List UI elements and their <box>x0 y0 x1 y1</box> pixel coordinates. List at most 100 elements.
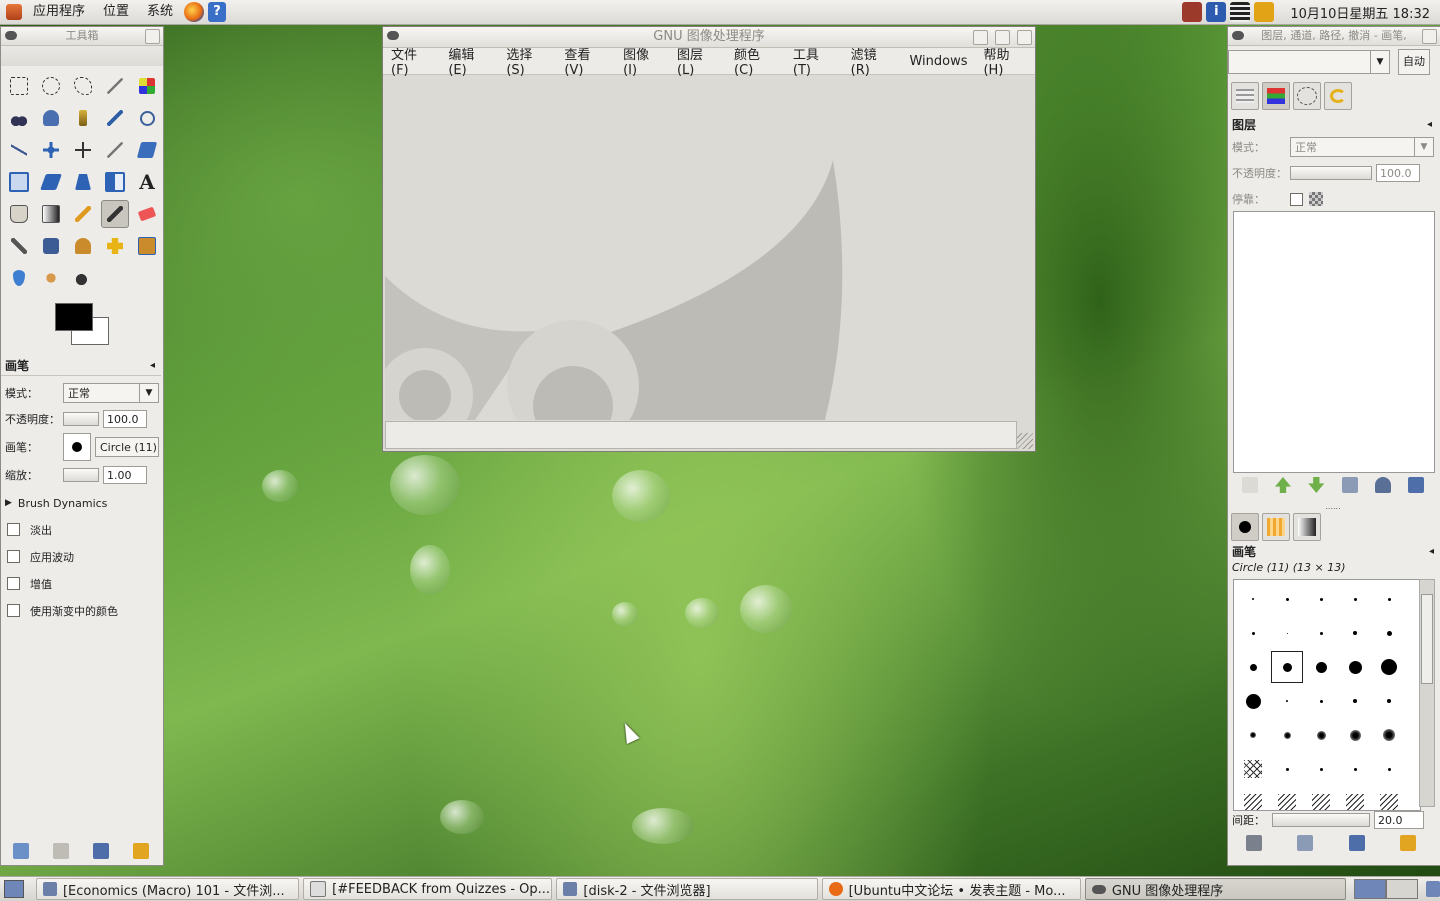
smudge-tool[interactable] <box>37 264 65 292</box>
brush-cell[interactable] <box>1304 650 1338 684</box>
eraser-tool[interactable] <box>133 200 161 228</box>
anchor-icon[interactable] <box>1374 477 1391 493</box>
delete-layer-icon[interactable] <box>1408 477 1425 493</box>
bucket-fill-tool[interactable] <box>5 200 33 228</box>
menu-layer[interactable]: 图层(L) <box>669 44 726 78</box>
brush-grid[interactable] <box>1233 579 1421 811</box>
foreground-color[interactable] <box>55 303 93 331</box>
brush-cell[interactable] <box>1304 582 1338 616</box>
ink-tool[interactable] <box>37 232 65 260</box>
incremental-option[interactable]: 增值 <box>1 570 161 597</box>
minimize-icon[interactable] <box>973 30 988 45</box>
clone-tool[interactable] <box>69 232 97 260</box>
configure-tab-icon[interactable]: ◂ <box>150 357 155 375</box>
scrollbar-thumb[interactable] <box>1421 594 1433 684</box>
brush-cell[interactable] <box>1372 718 1406 752</box>
delete-brush-icon[interactable] <box>1348 835 1365 851</box>
menu-tools[interactable]: 工具(T) <box>785 44 843 78</box>
window-menu-icon[interactable] <box>387 31 399 40</box>
foreground-select-tool[interactable] <box>37 104 65 132</box>
task-feedback[interactable]: [#FEEDBACK from Quizzes - Op... <box>303 878 553 900</box>
color-picker-tool[interactable] <box>101 104 129 132</box>
jitter-option[interactable]: 应用波动 <box>1 543 161 570</box>
shear-tool[interactable] <box>37 168 65 196</box>
scale-tool[interactable] <box>5 168 33 196</box>
zoom-tool[interactable] <box>133 104 161 132</box>
duplicate-layer-icon[interactable] <box>1341 477 1358 493</box>
configure-tab-icon[interactable]: ◂ <box>1427 116 1432 134</box>
spacing-slider[interactable] <box>1272 813 1370 827</box>
show-desktop-icon[interactable] <box>4 880 24 898</box>
network-icon[interactable] <box>1230 2 1251 22</box>
update-icon[interactable] <box>1254 2 1275 22</box>
align-tool[interactable] <box>69 136 97 164</box>
tab-gradients[interactable] <box>1293 513 1321 541</box>
task-gimp[interactable]: GNU 图像处理程序 <box>1084 878 1347 900</box>
brush-cell[interactable] <box>1270 684 1304 718</box>
crop-tool[interactable] <box>101 136 129 164</box>
brush-cell[interactable] <box>1338 718 1372 752</box>
lower-layer-icon[interactable] <box>1308 477 1325 493</box>
brush-cell[interactable] <box>1338 616 1372 650</box>
blend-tool[interactable] <box>37 200 65 228</box>
menu-colors[interactable]: 颜色(C) <box>726 44 785 78</box>
brush-cell[interactable] <box>1236 582 1270 616</box>
delete-options-icon[interactable] <box>93 843 109 859</box>
airbrush-tool[interactable] <box>5 232 33 260</box>
rect-select-tool[interactable] <box>5 72 33 100</box>
raise-layer-icon[interactable] <box>1274 477 1291 493</box>
perspective-clone-tool[interactable] <box>133 232 161 260</box>
layers-list[interactable] <box>1233 211 1435 473</box>
brush-name-field[interactable]: Circle (11) <box>95 437 159 457</box>
menu-system[interactable]: 系统 <box>138 0 182 24</box>
brush-cell[interactable] <box>1270 582 1304 616</box>
menu-image[interactable]: 图像(I) <box>615 44 669 78</box>
brush-cell[interactable] <box>1372 582 1406 616</box>
brush-cell[interactable] <box>1236 684 1270 718</box>
brush-cell[interactable] <box>1338 582 1372 616</box>
tab-undo[interactable] <box>1324 82 1352 110</box>
toolbox-titlebar[interactable]: 工具箱 <box>1 27 163 46</box>
scale-spin[interactable]: 1.00 <box>103 466 147 484</box>
reset-options-icon[interactable] <box>133 843 149 859</box>
brush-cell[interactable] <box>1372 616 1406 650</box>
workspace-switcher[interactable] <box>1354 879 1419 899</box>
task-economics[interactable]: [Economics (Macro) 101 - 文件浏... <box>35 878 300 900</box>
restore-options-icon[interactable] <box>53 843 69 859</box>
paintbrush-tool[interactable] <box>101 200 129 228</box>
info-icon[interactable]: i <box>1206 2 1227 22</box>
brush-cell[interactable] <box>1270 718 1304 752</box>
menu-view[interactable]: 查看(V) <box>556 44 615 78</box>
fade-out-option[interactable]: 淡出 <box>1 516 161 543</box>
rotate-tool[interactable] <box>133 136 161 164</box>
close-icon[interactable] <box>1422 29 1437 44</box>
color-swatches[interactable] <box>55 303 111 347</box>
empty-canvas-drop-area[interactable] <box>385 76 1033 420</box>
menu-edit[interactable]: 编辑(E) <box>440 44 498 78</box>
menu-filters[interactable]: 滤镜(R) <box>843 44 902 78</box>
auto-button[interactable]: 自动 <box>1398 49 1430 75</box>
brush-cell[interactable] <box>1236 650 1270 684</box>
window-menu-icon[interactable] <box>5 31 17 40</box>
heal-tool[interactable] <box>101 232 129 260</box>
workspace-2[interactable] <box>1386 879 1419 899</box>
menu-help[interactable]: 帮助(H) <box>975 44 1035 78</box>
trash-icon[interactable] <box>1426 881 1440 897</box>
brush-cell[interactable] <box>1236 616 1270 650</box>
gradient-color-option[interactable]: 使用渐变中的颜色 <box>1 597 161 624</box>
close-icon[interactable] <box>1017 30 1032 45</box>
tray-app-icon[interactable] <box>1182 2 1203 22</box>
image-selector-combo[interactable]: ▼ <box>1228 50 1390 74</box>
menu-places[interactable]: 位置 <box>94 0 138 24</box>
move-tool[interactable] <box>37 136 65 164</box>
help-icon[interactable]: ? <box>208 2 227 22</box>
lock-alpha-checkbox[interactable] <box>1290 192 1303 206</box>
gradient-color-checkbox[interactable] <box>7 604 20 617</box>
fuzzy-select-tool[interactable] <box>101 72 129 100</box>
brush-dynamics-expander[interactable]: Brush Dynamics <box>18 497 107 510</box>
mode-combo[interactable]: 正常 ▼ <box>63 383 159 403</box>
blur-tool[interactable] <box>5 264 33 292</box>
select-by-color-tool[interactable] <box>133 72 161 100</box>
scissors-tool[interactable] <box>5 104 33 132</box>
menu-applications[interactable]: 应用程序 <box>24 0 94 24</box>
